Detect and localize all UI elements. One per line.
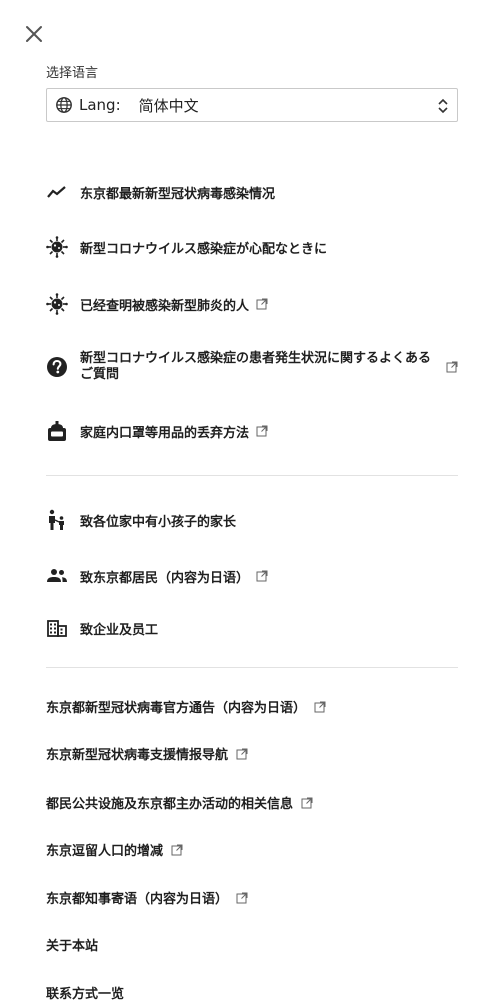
link-label: 关于本站 [46, 939, 99, 954]
language-selected-value: 简体中文 [138, 96, 199, 115]
menu-item-label: 致东京都居民（内容为日语） [80, 570, 250, 586]
link-label: 联系方式一览 [46, 987, 125, 1000]
link-contact-list[interactable]: 联系方式一览 [46, 983, 124, 1000]
link-label: 东京都新型冠状病毒官方通告（内容为日语） [46, 701, 307, 716]
virus-icon [46, 293, 68, 315]
menu-item-companies[interactable]: 致企业及员工 [46, 617, 458, 639]
menu-item-label: 致各位家中有小孩子的家长 [80, 514, 237, 530]
link-label: 东京都知事寄语（内容为日语） [46, 892, 229, 907]
external-link-icon [236, 892, 248, 903]
trend-icon [46, 181, 68, 203]
menu-item-label: 已经查明被感染新型肺炎的人 [80, 298, 250, 314]
menu-item-mask-disposal[interactable]: 家庭内口罩等用品的丢弃方法 [46, 420, 458, 442]
virus-icon [46, 236, 68, 258]
menu-item-residents[interactable]: 致东京都居民（内容为日语） [46, 565, 458, 587]
link-support-navigation[interactable]: 东京新型冠状病毒支援情报导航 [46, 744, 248, 763]
external-link-icon [256, 425, 268, 437]
external-link-icon [171, 844, 183, 855]
menu-item-parents[interactable]: 致各位家中有小孩子的家长 [46, 509, 458, 531]
menu-item-covid-worried[interactable]: 新型コロナウイルス感染症が心配なときに [46, 236, 458, 258]
section-divider [46, 667, 458, 668]
close-icon [26, 26, 42, 42]
chevron-up-down-icon [438, 98, 448, 114]
navigation-drawer: 选择语言 Lang: 简体中文 东京都最新新型冠状病毒感染情况 新型コロナウイル… [0, 0, 504, 1000]
external-link-icon [301, 797, 313, 808]
people-icon [46, 565, 68, 587]
menu-item-label: 新型コロナウイルス感染症が心配なときに [80, 241, 328, 257]
menu-item-faq[interactable]: 新型コロナウイルス感染症の患者発生状況に関するよくあるご質問 [46, 351, 458, 383]
family-icon [46, 509, 68, 531]
section-divider [46, 475, 458, 476]
language-select-label: 选择语言 [46, 66, 99, 81]
external-link-icon [256, 298, 268, 310]
link-public-facilities[interactable]: 都民公共设施及东京都主办活动的相关信息 [46, 793, 313, 812]
menu-item-label: 东京都最新新型冠状病毒感染情况 [80, 186, 276, 202]
menu-item-label: 新型コロナウイルス感染症の患者発生状況に関するよくあるご質問 [80, 351, 432, 382]
link-label: 东京新型冠状病毒支援情报导航 [46, 748, 229, 763]
question-icon [46, 356, 68, 378]
language-select[interactable]: Lang: 简体中文 [46, 88, 458, 122]
building-icon [46, 617, 68, 639]
link-governor-message[interactable]: 东京都知事寄语（内容为日语） [46, 888, 248, 907]
link-label: 东京逗留人口的增减 [46, 844, 164, 859]
trash-bin-icon [46, 420, 68, 442]
close-button[interactable] [22, 22, 46, 46]
external-link-icon [446, 361, 458, 373]
external-link-icon [256, 570, 268, 582]
language-prefix: Lang: [79, 96, 121, 114]
link-label: 都民公共设施及东京都主办活动的相关信息 [46, 797, 294, 812]
globe-icon [56, 97, 72, 113]
link-about-site[interactable]: 关于本站 [46, 935, 98, 954]
link-official-notice[interactable]: 东京都新型冠状病毒官方通告（内容为日语） [46, 697, 326, 716]
external-link-icon [314, 701, 326, 712]
menu-item-latest-status[interactable]: 东京都最新新型冠状病毒感染情况 [46, 181, 458, 203]
link-population-change[interactable]: 东京逗留人口的增减 [46, 840, 183, 859]
menu-item-label: 致企业及员工 [80, 622, 159, 638]
menu-item-infected-persons[interactable]: 已经查明被感染新型肺炎的人 [46, 293, 458, 315]
menu-item-label: 家庭内口罩等用品的丢弃方法 [80, 425, 250, 441]
external-link-icon [236, 748, 248, 759]
